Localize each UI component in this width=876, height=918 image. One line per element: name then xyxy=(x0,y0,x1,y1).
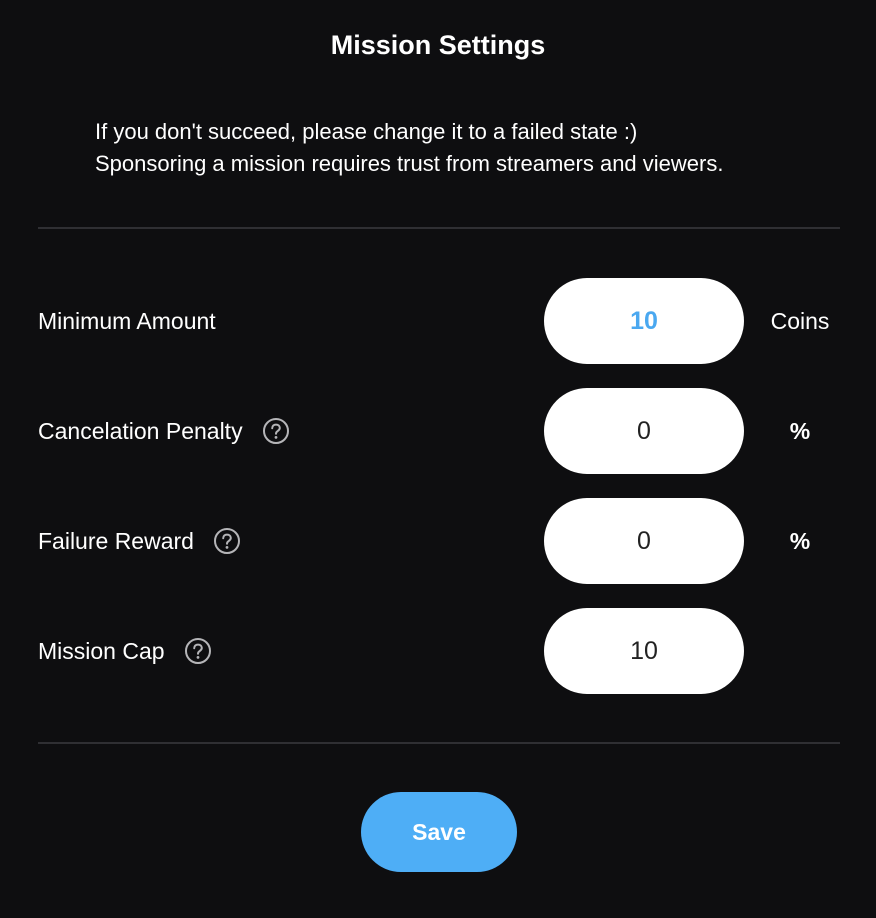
bottom-divider xyxy=(38,742,840,744)
failure-reward-input[interactable] xyxy=(544,498,744,584)
page-title: Mission Settings xyxy=(330,30,546,60)
top-divider xyxy=(38,227,840,229)
cancelation-penalty-unit: % xyxy=(789,418,811,444)
mission-settings-panel: Mission Settings If you don't succeed, p… xyxy=(0,0,876,918)
mission-cap-label: Mission Cap xyxy=(38,637,165,664)
cancelation-penalty-help-icon[interactable] xyxy=(262,417,290,445)
save-button[interactable]: Save xyxy=(361,792,517,872)
failure-reward-label: Failure Reward xyxy=(38,527,194,554)
cancelation-penalty-row: Cancelation Penalty % xyxy=(0,388,876,474)
minimum-amount-row: Minimum Amount Coins xyxy=(0,278,876,364)
failure-reward-unit: % xyxy=(789,528,811,554)
mission-cap-row: Mission Cap xyxy=(0,608,876,694)
minimum-amount-input[interactable] xyxy=(544,278,744,364)
notice-line-2: Sponsoring a mission requires trust from… xyxy=(95,151,724,176)
failure-reward-help-icon[interactable] xyxy=(213,527,241,555)
mission-cap-input[interactable] xyxy=(544,608,744,694)
minimum-amount-unit: Coins xyxy=(770,308,830,334)
cancelation-penalty-label: Cancelation Penalty xyxy=(38,417,243,444)
failure-reward-row: Failure Reward % xyxy=(0,498,876,584)
notice-text: If you don't succeed, please change it t… xyxy=(95,116,723,180)
notice-line-1: If you don't succeed, please change it t… xyxy=(95,119,638,144)
mission-cap-help-icon[interactable] xyxy=(184,637,212,665)
cancelation-penalty-input[interactable] xyxy=(544,388,744,474)
minimum-amount-label: Minimum Amount xyxy=(38,307,216,334)
